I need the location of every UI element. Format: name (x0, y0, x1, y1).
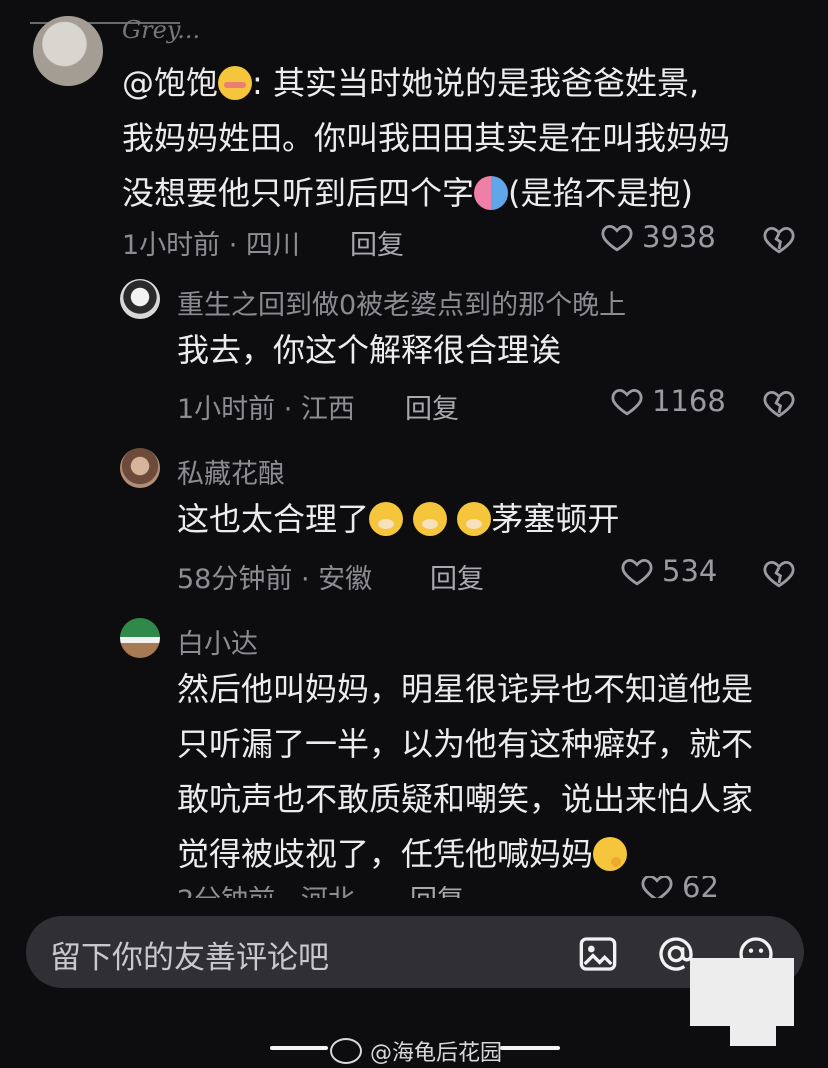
like-count: 62 (682, 876, 719, 898)
like-count: 534 (662, 554, 718, 588)
home-indicator (500, 1046, 560, 1050)
comment-text: (是掐不是抱) (508, 174, 693, 212)
comment-text: 觉得被歧视了，任凭他喊妈妈 (177, 835, 594, 873)
reply-button[interactable]: 回复 (350, 223, 404, 262)
comment-text: 敢吭声也不敢质疑和嘲笑，说出来怕人家 (177, 780, 754, 818)
watermark-text: @海龟后花园 (370, 1041, 503, 1066)
like-count: 3938 (642, 220, 716, 254)
comment-text: 我去，你这个解释很合理诶 (177, 331, 562, 369)
avatar[interactable] (120, 279, 160, 319)
comment-text: 茅塞顿开 (491, 500, 620, 538)
like-button[interactable]: 1168 (610, 384, 726, 418)
watermark: @海龟后花园 (330, 1035, 502, 1067)
home-indicator (270, 1046, 328, 1050)
heart-icon (621, 558, 653, 586)
username[interactable]: 重生之回到做0被老婆点到的那个晚上 (177, 283, 626, 322)
image-icon[interactable] (578, 934, 618, 974)
reply-button[interactable]: 回复 (430, 557, 484, 596)
like-count: 1168 (652, 384, 726, 418)
comment-input[interactable]: 留下你的友善评论吧 (50, 932, 329, 977)
comment-meta: 1小时前 · 江西 (177, 394, 355, 425)
reply-button[interactable]: 回复 (405, 387, 459, 426)
dislike-heart-icon[interactable] (762, 222, 796, 256)
comment-content: @饱饱: 其实当时她说的是我爸爸姓景, 我妈妈姓田。你叫我田田其实是在叫我妈妈 … (122, 56, 730, 221)
comment-meta: 2分钟前 · 河北 (177, 878, 355, 898)
avatar[interactable] (120, 618, 160, 658)
like-button[interactable]: 534 (620, 554, 717, 588)
username[interactable]: Grey... (122, 16, 200, 44)
username[interactable]: 白小达 (177, 622, 258, 661)
hugging-people-icon (474, 176, 509, 210)
comment-meta: 1小时前 · 四川 (122, 230, 300, 261)
overlay-patch (730, 1012, 776, 1046)
avatar[interactable] (33, 16, 103, 86)
comment-text: : 其实当时她说的是我爸爸姓景, (252, 64, 700, 102)
weibo-icon (330, 1038, 362, 1064)
smiling-face-with-hearts-icon (218, 66, 253, 100)
comment-text: 没想要他只听到后四个字 (122, 174, 475, 212)
dislike-heart-icon[interactable] (762, 556, 796, 590)
comment-meta: 58分钟前 · 安徽 (177, 564, 373, 595)
shushing-face-icon (369, 502, 404, 536)
thinking-face-icon (593, 837, 628, 871)
shushing-face-icon (413, 502, 448, 536)
comment-content: 然后他叫妈妈，明星很诧异也不知道他是 只听漏了一半，以为他有这种癖好，就不 敢吭… (177, 662, 753, 882)
comment-text: 只听漏了一半，以为他有这种癖好，就不 (177, 725, 754, 763)
like-button[interactable]: 62 (640, 876, 719, 898)
avatar[interactable] (120, 448, 160, 488)
username[interactable]: 私藏花酿 (177, 452, 285, 491)
dislike-heart-icon[interactable] (762, 386, 796, 420)
heart-icon (611, 388, 643, 416)
comment-content: 这也太合理了 茅塞顿开 (177, 492, 619, 547)
comment-text: 我妈妈姓田。你叫我田田其实是在叫我妈妈 (122, 119, 731, 157)
shushing-face-icon (457, 502, 492, 536)
comment-text: 然后他叫妈妈，明星很诧异也不知道他是 (177, 670, 754, 708)
mention[interactable]: @饱饱 (122, 64, 218, 102)
like-button[interactable]: 3938 (600, 220, 716, 254)
heart-icon (641, 876, 673, 898)
comment-text: 这也太合理了 (177, 500, 370, 538)
status-fragment (22, 0, 82, 8)
reply-button[interactable]: 回复 (410, 878, 464, 898)
heart-icon (601, 224, 633, 252)
